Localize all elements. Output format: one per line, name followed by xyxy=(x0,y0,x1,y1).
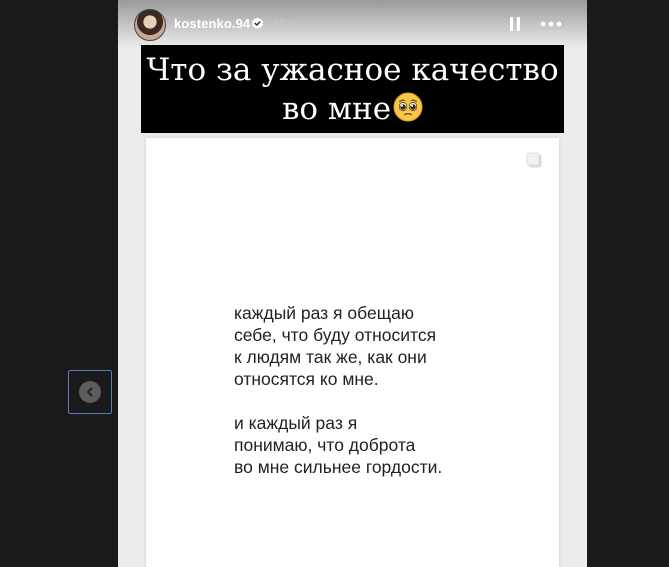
verified-badge-icon xyxy=(251,17,264,30)
quote-paragraph-1: каждый раз я обещаю себе, что буду относ… xyxy=(234,303,437,389)
quote-card: каждый раз я обещаю себе, что буду относ… xyxy=(146,138,559,567)
avatar[interactable] xyxy=(134,9,166,41)
quote-paragraph-2: и каждый раз я понимаю, что доброта во м… xyxy=(234,413,443,477)
story-frame[interactable]: kostenko.94 17 ч. Что за ужасное качеств… xyxy=(118,0,587,567)
chevron-left-icon xyxy=(79,381,101,403)
quote-text: каждый раз я обещаю себе, что буду относ… xyxy=(234,302,534,500)
copy-icon[interactable] xyxy=(525,151,543,169)
previous-story-button[interactable] xyxy=(68,370,112,414)
story-header: kostenko.94 17 ч. xyxy=(118,0,587,48)
caption-line-2: во мне xyxy=(141,90,564,129)
caption-line-1: Что за ужасное качество xyxy=(146,52,559,88)
story-caption: Что за ужасное качество во мне xyxy=(141,45,564,133)
story-timestamp: 17 ч. xyxy=(272,17,299,31)
pause-icon[interactable] xyxy=(507,15,523,33)
pleading-face-emoji xyxy=(393,92,423,122)
stories-viewer: kostenko.94 17 ч. Что за ужасное качеств… xyxy=(0,0,669,567)
caption-line-2-text: во мне xyxy=(281,91,392,127)
more-options-icon[interactable] xyxy=(539,18,563,30)
username[interactable]: kostenko.94 xyxy=(174,16,250,31)
